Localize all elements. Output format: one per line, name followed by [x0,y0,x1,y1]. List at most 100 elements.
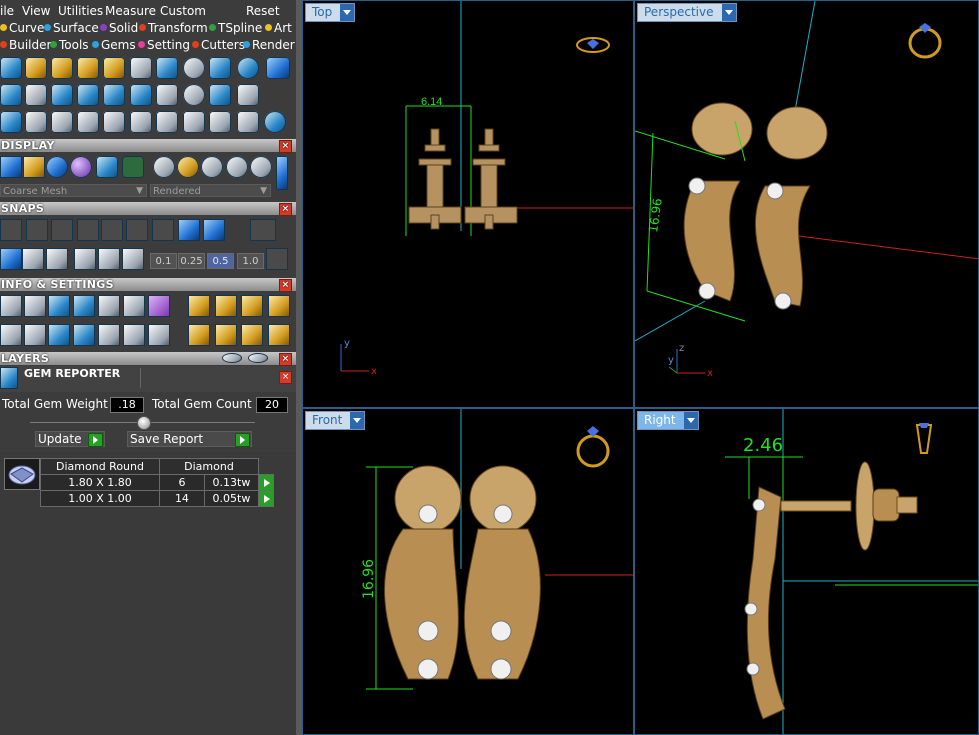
grid-pave-icon[interactable] [209,84,231,106]
env-icon[interactable] [96,156,118,178]
viewport-perspective[interactable]: Perspective 16.96 z x y [634,0,979,408]
display-close-icon[interactable]: × [279,140,292,153]
mesh-mode-select[interactable]: Coarse Mesh ▼ [0,184,147,197]
gem-cluster-icon[interactable] [130,57,152,79]
layers-stack-icon[interactable] [48,295,70,317]
planar-snap-icon[interactable] [22,248,44,270]
grid-snap-icon[interactable] [0,248,22,270]
array-icon[interactable] [183,111,205,133]
snap-mid-icon[interactable] [77,219,99,241]
eye-icon[interactable] [248,353,268,363]
wire-sphere-icon[interactable] [250,156,272,178]
snap-end-icon[interactable] [0,219,22,241]
zoom-icon[interactable] [24,295,46,317]
shank-icon[interactable] [0,84,22,106]
weight-icon[interactable] [215,295,237,317]
viewport-right[interactable]: Right 2.46 [634,408,979,735]
snap-toggle-icon[interactable] [250,219,276,241]
curve-gem-icon[interactable] [25,57,47,79]
tab-setting[interactable]: Setting [138,38,190,52]
tab-gems[interactable]: Gems [92,38,136,52]
viewport-front[interactable]: Front 16.96 [302,408,634,735]
snap-perp-icon[interactable] [152,219,174,241]
delete-icon[interactable] [268,295,290,317]
tab-surface[interactable]: Surface [44,21,99,35]
layout-icon[interactable] [122,156,144,178]
select-row-button[interactable] [258,490,274,507]
menu-utilities[interactable]: Utilities [58,4,103,18]
box3d-icon[interactable] [48,324,70,346]
book-icon[interactable] [73,324,95,346]
ortho-snap-icon[interactable] [46,248,68,270]
cost-icon[interactable] [241,295,263,317]
tab-builder[interactable]: Builder [0,38,51,52]
tab-solid[interactable]: Solid [100,21,138,35]
tab-transform[interactable]: Transform [139,21,208,35]
scale-icon[interactable] [156,111,178,133]
snap-cen-icon[interactable] [101,219,123,241]
cube-icon[interactable] [0,111,22,133]
chrome-sphere-icon[interactable] [226,156,248,178]
layers-close-icon[interactable]: × [279,353,292,366]
gem-pattern-icon[interactable] [237,84,259,106]
render-sphere-icon[interactable] [70,156,92,178]
snaps-close-icon[interactable]: × [279,203,292,216]
tab-render[interactable]: Render [243,38,295,52]
gem-reporter-close-icon[interactable]: × [279,371,292,384]
ring-metal-icon[interactable] [268,324,290,346]
rotate-icon[interactable] [130,111,152,133]
box-icon[interactable] [77,84,99,106]
arc-icon[interactable] [25,111,47,133]
mirror-icon[interactable] [77,111,99,133]
tab-tools[interactable]: Tools [50,38,89,52]
prong-add-icon[interactable] [51,57,73,79]
save-report-button[interactable]: Save Report [127,431,252,447]
cut-icon[interactable] [237,111,259,133]
ring-size-icon[interactable] [188,324,210,346]
tab-cutters[interactable]: Cutters [192,38,245,52]
projector-icon[interactable] [209,57,231,79]
gem-ring-icon[interactable] [183,57,205,79]
gem-set-icon[interactable] [156,84,178,106]
project-snap-icon[interactable] [74,248,96,270]
halo-ring-icon[interactable] [183,84,205,106]
select-row-button[interactable] [258,474,274,491]
material-icon[interactable] [148,295,170,317]
view-cube-right-icon[interactable] [915,423,933,454]
menu-view[interactable]: View [22,4,50,18]
notes-icon[interactable] [98,295,120,317]
panel-toggle-icon[interactable] [266,57,290,79]
select-icon[interactable] [123,324,145,346]
ring-stone-icon[interactable] [241,324,263,346]
snap-step-0-1[interactable]: 0.1 [150,253,177,269]
filter-icon[interactable] [98,324,120,346]
grid-view-icon[interactable] [0,156,22,178]
menu-reset[interactable]: Reset [246,4,280,18]
pave-icon[interactable] [103,57,125,79]
view-cube-front-icon[interactable] [576,426,610,468]
screen-icon[interactable] [24,324,46,346]
strip-icon[interactable] [103,84,125,106]
silver-sphere-icon[interactable] [201,156,223,178]
snap-int-icon[interactable] [126,219,148,241]
grid-toggle-icon[interactable] [266,248,288,270]
osnap-icon[interactable] [98,248,120,270]
diamond-icon[interactable] [25,84,47,106]
snap-step-0-5[interactable]: 0.5 [207,253,234,269]
menu-custom[interactable]: Custom [160,4,206,18]
bezel-icon[interactable] [77,57,99,79]
copy-icon[interactable] [209,111,231,133]
paint-icon[interactable] [0,57,22,79]
matte-sphere-icon[interactable] [153,156,175,178]
view-cube-perspective-icon[interactable] [908,23,942,59]
edit-icon[interactable] [123,295,145,317]
display-slider-icon[interactable] [276,156,288,190]
update-button[interactable]: Update [35,431,105,447]
plate-icon[interactable] [51,84,73,106]
halo-icon[interactable] [237,57,259,79]
properties-icon[interactable] [0,295,22,317]
ring-icon[interactable] [264,111,286,133]
gold-sphere-icon[interactable] [177,156,199,178]
render-mode-select[interactable]: Rendered ▼ [150,184,271,197]
layer-pill-icon[interactable] [222,353,242,363]
